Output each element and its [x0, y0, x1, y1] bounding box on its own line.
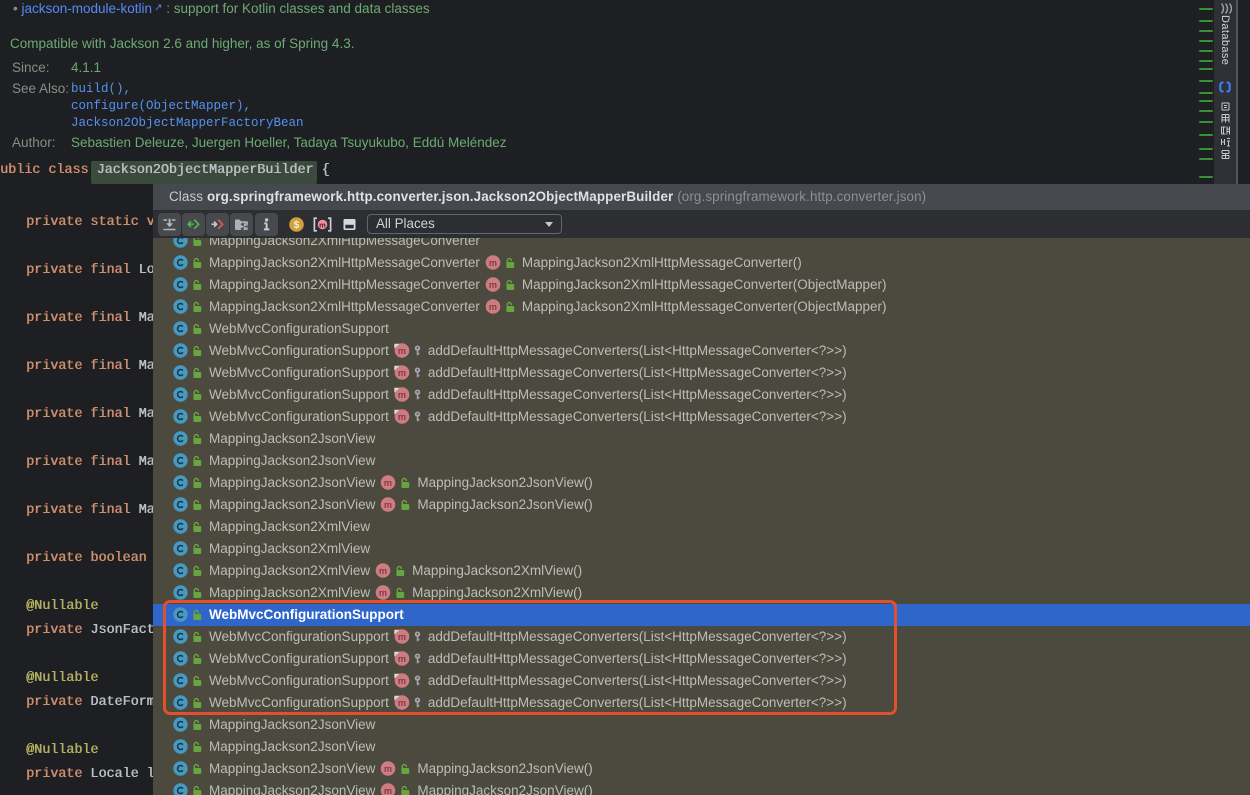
svg-text:m: m [384, 478, 392, 489]
svg-text:m: m [398, 368, 406, 379]
svg-text:m: m [379, 588, 387, 599]
svg-text:m: m [379, 566, 387, 577]
svg-text:m: m [398, 390, 406, 401]
svg-text:m: m [398, 346, 406, 357]
svg-text:m: m [489, 280, 497, 291]
svg-text:m: m [384, 786, 392, 795]
svg-text:$: $ [294, 219, 300, 231]
svg-text:m: m [384, 764, 392, 775]
svg-text:m: m [319, 220, 326, 229]
svg-text:m: m [489, 302, 497, 313]
svg-text:m: m [384, 500, 392, 511]
svg-text:m: m [489, 258, 497, 269]
svg-text:m: m [398, 412, 406, 423]
